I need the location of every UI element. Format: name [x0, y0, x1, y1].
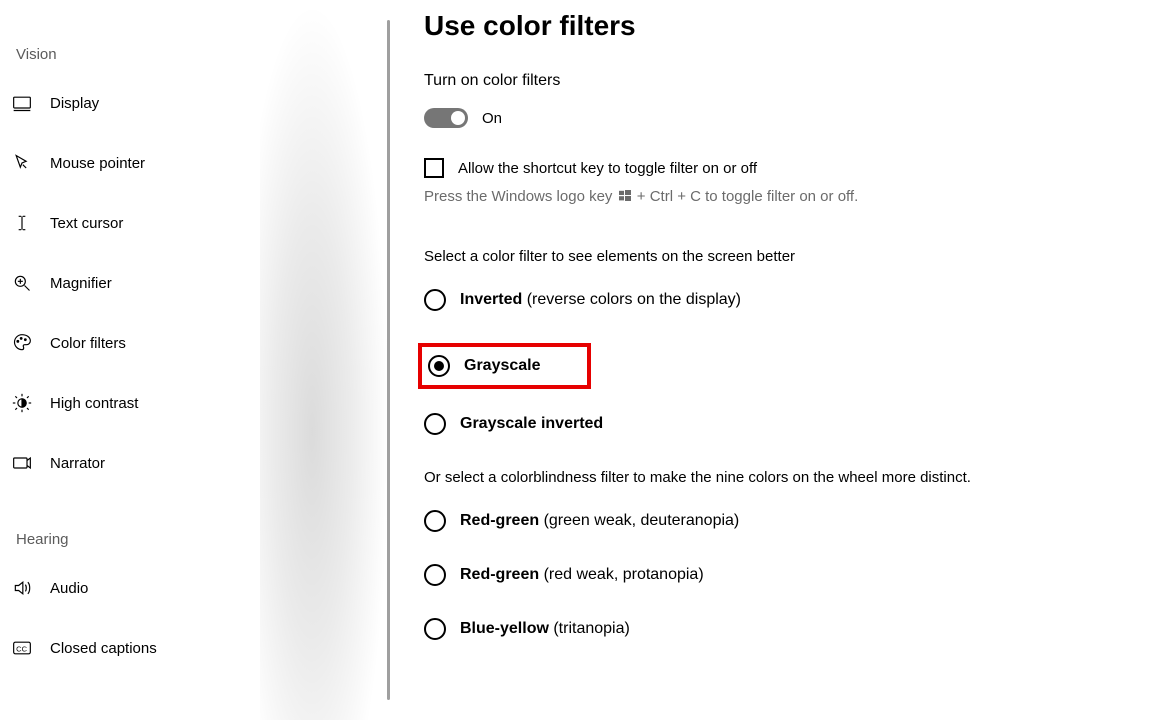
narrator-icon	[12, 453, 32, 473]
shortcut-hint: Press the Windows logo key + Ctrl + C to…	[424, 188, 1162, 206]
page-title: Use color filters	[424, 10, 1162, 42]
allow-shortcut-checkbox[interactable]	[424, 158, 444, 178]
radio-button[interactable]	[428, 355, 450, 377]
settings-window: Vision Display Mouse pointer Text cursor	[0, 0, 1162, 720]
radio-blue-yellow-tritanopia[interactable]: Blue-yellow (tritanopia)	[424, 618, 1162, 640]
sidebar-item-label: Magnifier	[50, 275, 112, 292]
sidebar-item-label: Closed captions	[50, 640, 157, 657]
sidebar-scrollbar[interactable]	[387, 20, 390, 700]
sidebar-item-narrator[interactable]: Narrator	[0, 441, 390, 485]
color-filters-icon	[12, 333, 32, 353]
radio-label: Red-green (red weak, protanopia)	[460, 566, 704, 584]
radio-label: Red-green (green weak, deuteranopia)	[460, 512, 739, 530]
radio-label: Inverted (reverse colors on the display)	[460, 291, 741, 309]
radio-dot	[434, 361, 444, 371]
toggle-state-label: On	[482, 110, 502, 127]
text-cursor-icon	[12, 213, 32, 233]
hint-prefix: Press the Windows logo key	[424, 188, 617, 205]
sidebar-item-high-contrast[interactable]: High contrast	[0, 381, 390, 425]
sidebar-section-vision: Vision	[0, 40, 390, 81]
radio-button[interactable]	[424, 618, 446, 640]
sidebar-item-audio[interactable]: Audio	[0, 566, 390, 610]
display-icon	[12, 93, 32, 113]
radio-red-green-protanopia[interactable]: Red-green (red weak, protanopia)	[424, 564, 1162, 586]
windows-logo-icon	[619, 189, 631, 206]
color-filters-toggle[interactable]	[424, 108, 468, 128]
sidebar-item-display[interactable]: Display	[0, 81, 390, 125]
select-filter-text: Select a color filter to see elements on…	[424, 246, 984, 267]
colorblind-text: Or select a colorblindness filter to mak…	[424, 467, 984, 488]
radio-button[interactable]	[424, 289, 446, 311]
sidebar-item-label: Audio	[50, 580, 88, 597]
highlight-selected-filter: Grayscale	[418, 343, 591, 389]
sidebar-item-color-filters[interactable]: Color filters	[0, 321, 390, 365]
hint-suffix: + Ctrl + C to toggle filter on or off.	[637, 188, 859, 205]
svg-text:CC: CC	[16, 644, 27, 653]
high-contrast-icon	[12, 393, 32, 413]
sidebar-item-label: High contrast	[50, 395, 138, 412]
sidebar-item-label: Text cursor	[50, 215, 123, 232]
main-content: Use color filters Turn on color filters …	[390, 0, 1162, 720]
sidebar-item-label: Display	[50, 95, 99, 112]
sidebar-section-hearing: Hearing	[0, 525, 390, 566]
sidebar-item-closed-captions[interactable]: CC Closed captions	[0, 626, 390, 670]
sidebar-item-label: Narrator	[50, 455, 105, 472]
radio-label: Grayscale inverted	[460, 415, 603, 433]
mouse-pointer-icon	[12, 153, 32, 173]
sidebar-item-magnifier[interactable]: Magnifier	[0, 261, 390, 305]
radio-grayscale[interactable]: Grayscale	[428, 355, 541, 377]
radio-button[interactable]	[424, 510, 446, 532]
sidebar-item-mouse-pointer[interactable]: Mouse pointer	[0, 141, 390, 185]
radio-inverted[interactable]: Inverted (reverse colors on the display)	[424, 289, 1162, 311]
sidebar-item-label: Mouse pointer	[50, 155, 145, 172]
allow-shortcut-label: Allow the shortcut key to toggle filter …	[458, 160, 757, 177]
magnifier-icon	[12, 273, 32, 293]
turn-on-filters-label: Turn on color filters	[424, 72, 1162, 90]
radio-button[interactable]	[424, 413, 446, 435]
radio-button[interactable]	[424, 564, 446, 586]
sidebar: Vision Display Mouse pointer Text cursor	[0, 0, 390, 720]
sidebar-item-text-cursor[interactable]: Text cursor	[0, 201, 390, 245]
sidebar-item-label: Color filters	[50, 335, 126, 352]
radio-label: Grayscale	[464, 357, 541, 375]
radio-grayscale-inverted[interactable]: Grayscale inverted	[424, 413, 1162, 435]
audio-icon	[12, 578, 32, 598]
radio-label: Blue-yellow (tritanopia)	[460, 620, 630, 638]
radio-red-green-deuteranopia[interactable]: Red-green (green weak, deuteranopia)	[424, 510, 1162, 532]
closed-captions-icon: CC	[12, 638, 32, 658]
toggle-knob	[451, 111, 465, 125]
